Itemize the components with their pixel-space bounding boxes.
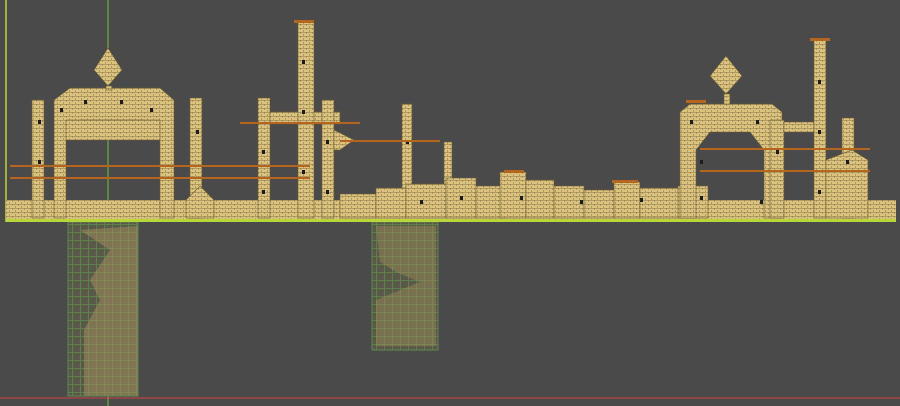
ruin-step <box>639 187 681 219</box>
dark-hole <box>150 108 153 112</box>
dark-hole <box>38 120 41 124</box>
dark-hole <box>460 196 463 200</box>
ruin-step <box>339 193 377 219</box>
dark-hole <box>326 190 329 194</box>
dark-hole <box>38 160 41 164</box>
dark-hole <box>760 200 763 204</box>
dark-hole <box>262 190 265 194</box>
dark-hole <box>520 196 523 200</box>
dark-hole <box>690 120 693 124</box>
dark-hole <box>60 108 63 112</box>
dark-hole <box>700 160 703 164</box>
dark-hole <box>302 60 305 64</box>
underground-layer <box>67 221 439 397</box>
dark-hole <box>580 200 583 204</box>
level-editor-viewport[interactable] <box>0 0 900 406</box>
ruin-step <box>553 185 585 219</box>
ruin-step <box>583 189 615 219</box>
ruin-step <box>499 171 527 219</box>
left-arch-neck <box>105 85 113 91</box>
right-crossbar <box>783 121 815 133</box>
right-pillar <box>769 119 785 219</box>
left-arch-diamond <box>93 47 123 87</box>
ruin-step <box>525 179 555 219</box>
dark-hole <box>640 198 643 202</box>
dark-hole <box>700 196 703 200</box>
dark-hole <box>326 140 329 144</box>
dark-hole <box>262 150 265 154</box>
left-arch-gate <box>53 87 175 219</box>
underground-shaft-left <box>67 221 139 397</box>
dark-hole <box>420 200 423 204</box>
dark-hole <box>84 100 87 104</box>
dark-hole <box>846 160 849 164</box>
mid-left-pillar <box>257 97 271 219</box>
ruin-step <box>375 187 407 219</box>
tall-pillar <box>297 21 315 219</box>
dark-hole <box>818 130 821 134</box>
dark-hole <box>818 80 821 84</box>
dark-hole <box>196 130 199 134</box>
temple-structures <box>31 21 869 219</box>
ruin-step <box>613 181 641 219</box>
dark-hole <box>120 100 123 104</box>
right-arch-neck <box>723 93 731 105</box>
dark-hole <box>818 190 821 194</box>
left-outer-pillar <box>31 99 45 219</box>
dark-hole <box>776 150 779 154</box>
ruin-step <box>405 183 447 219</box>
dark-hole <box>756 120 759 124</box>
underground-shaft-center <box>371 221 439 351</box>
dark-hole <box>302 170 305 174</box>
mid-right-pillar <box>321 99 335 219</box>
left-arch-lintel <box>65 119 161 141</box>
right-arch-diamond <box>709 55 743 95</box>
dark-hole <box>302 110 305 114</box>
